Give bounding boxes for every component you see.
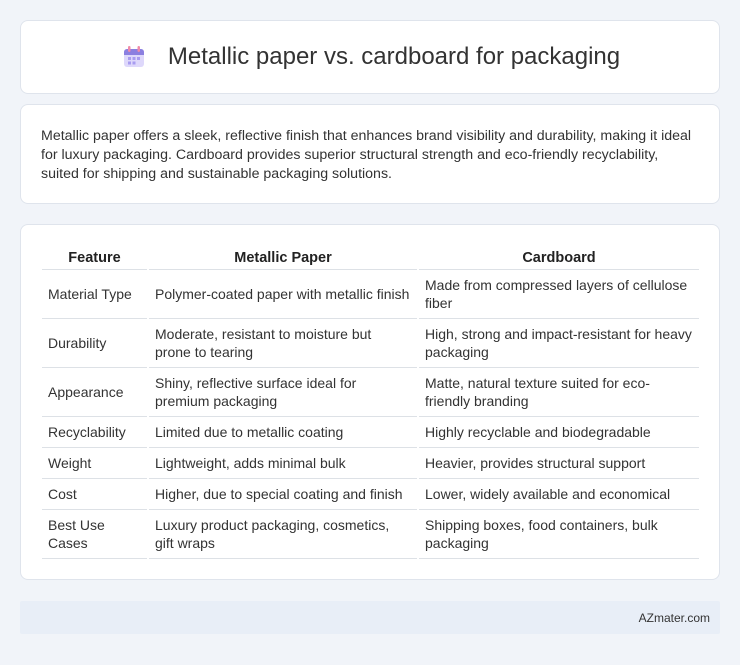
header-metallic-paper: Metallic Paper: [147, 245, 418, 270]
title-row: Metallic paper vs. cardboard for packagi…: [120, 43, 620, 71]
title-card: Metallic paper vs. cardboard for packagi…: [20, 20, 720, 94]
table-header-row: Feature Metallic Paper Cardboard: [42, 245, 699, 270]
cell-metallic-paper: Shiny, reflective surface ideal for prem…: [147, 367, 418, 417]
cell-feature: Material Type: [42, 269, 148, 319]
calendar-icon: [120, 43, 148, 71]
footer-bar: AZmater.com: [20, 601, 720, 634]
table-row: Weight Lightweight, adds minimal bulk He…: [42, 447, 699, 479]
cell-feature: Best Use Cases: [42, 509, 148, 559]
cell-feature: Durability: [42, 318, 148, 368]
page: Metallic paper vs. cardboard for packagi…: [0, 0, 740, 665]
cell-metallic-paper: Higher, due to special coating and finis…: [147, 478, 418, 510]
header-feature: Feature: [42, 245, 148, 270]
table-row: Best Use Cases Luxury product packaging,…: [42, 509, 699, 559]
table-row: Material Type Polymer-coated paper with …: [42, 269, 699, 319]
comparison-card: Feature Metallic Paper Cardboard Materia…: [20, 224, 720, 580]
cell-metallic-paper: Limited due to metallic coating: [147, 416, 418, 448]
intro-card: Metallic paper offers a sleek, reflectiv…: [20, 104, 720, 204]
comparison-table: Feature Metallic Paper Cardboard Materia…: [42, 245, 699, 559]
table-row: Durability Moderate, resistant to moistu…: [42, 318, 699, 368]
cell-feature: Recyclability: [42, 416, 148, 448]
table-row: Cost Higher, due to special coating and …: [42, 478, 699, 510]
table-row: Recyclability Limited due to metallic co…: [42, 416, 699, 448]
header-cardboard: Cardboard: [417, 245, 699, 270]
cell-cardboard: High, strong and impact-resistant for he…: [417, 318, 699, 368]
cell-feature: Appearance: [42, 367, 148, 417]
cell-cardboard: Heavier, provides structural support: [417, 447, 699, 479]
table-row: Appearance Shiny, reflective surface ide…: [42, 367, 699, 417]
cell-metallic-paper: Lightweight, adds minimal bulk: [147, 447, 418, 479]
page-title: Metallic paper vs. cardboard for packagi…: [167, 43, 621, 70]
footer-site-name: AZmater.com: [638, 610, 710, 625]
cell-feature: Cost: [42, 478, 148, 510]
cell-feature: Weight: [42, 447, 148, 479]
cell-metallic-paper: Luxury product packaging, cosmetics, gif…: [147, 509, 418, 559]
cell-cardboard: Made from compressed layers of cellulose…: [417, 269, 699, 319]
cell-cardboard: Highly recyclable and biodegradable: [417, 416, 699, 448]
cell-cardboard: Lower, widely available and economical: [417, 478, 699, 510]
cell-cardboard: Shipping boxes, food containers, bulk pa…: [417, 509, 699, 559]
intro-paragraph: Metallic paper offers a sleek, reflectiv…: [41, 128, 692, 182]
cell-metallic-paper: Moderate, resistant to moisture but pron…: [147, 318, 418, 368]
cell-metallic-paper: Polymer-coated paper with metallic finis…: [147, 269, 418, 319]
cell-cardboard: Matte, natural texture suited for eco-fr…: [417, 367, 699, 417]
